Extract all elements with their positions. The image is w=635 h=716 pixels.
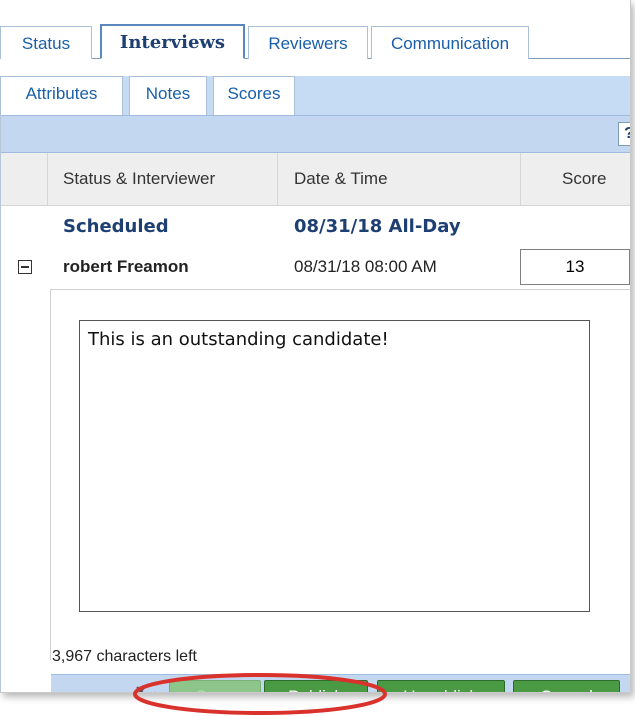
tab-scores[interactable]: Scores [213,76,295,115]
grid-header: Status & Interviewer Date & Time Score [0,153,630,206]
action-button-bar: Save Publish Unpublish Cancel [51,674,630,693]
publish-button[interactable]: Publish [264,680,368,692]
panel-left-border [0,115,1,692]
group-status: Scheduled [63,216,169,237]
cancel-button[interactable]: Cancel [513,680,620,692]
save-button[interactable]: Save [169,680,261,692]
tab-interviews[interactable]: Interviews [100,24,245,59]
notes-textarea[interactable]: This is an outstanding candidate! [79,320,590,612]
unpublish-button[interactable]: Unpublish [377,680,505,692]
column-separator [277,153,278,205]
interviews-panel: Status Interviews Reviewers Communicatio… [0,0,631,693]
column-separator [520,153,521,205]
help-button[interactable]: ? [618,122,630,146]
table-row[interactable]: robert Freamon 08/31/18 08:00 AM 13 [0,248,630,286]
column-header-status-interviewer[interactable]: Status & Interviewer [63,153,215,205]
interview-datetime: 08/31/18 08:00 AM [294,257,437,276]
interviewer-name: robert Freamon [63,257,189,276]
tab-reviewers[interactable]: Reviewers [248,26,368,59]
eraser-icon[interactable] [133,683,163,693]
tab-communication[interactable]: Communication [371,26,529,59]
collapse-icon[interactable] [18,260,32,274]
column-separator [47,153,48,205]
column-header-date-time[interactable]: Date & Time [294,153,388,205]
tab-status[interactable]: Status [0,26,92,59]
tab-row-secondary: Attributes Notes Scores [0,76,630,115]
characters-left-counter: 3,967 characters left [52,648,197,665]
tab-row-primary: Status Interviews Reviewers Communicatio… [0,24,630,59]
tab-notes[interactable]: Notes [129,76,207,115]
grid-toolbar: ? [0,115,630,153]
tab-attributes[interactable]: Attributes [0,76,123,115]
score-field[interactable]: 13 [520,249,630,285]
group-row: Scheduled 08/31/18 All-Day [0,208,630,246]
group-date: 08/31/18 All-Day [294,216,461,237]
column-header-score[interactable]: Score [562,153,606,205]
